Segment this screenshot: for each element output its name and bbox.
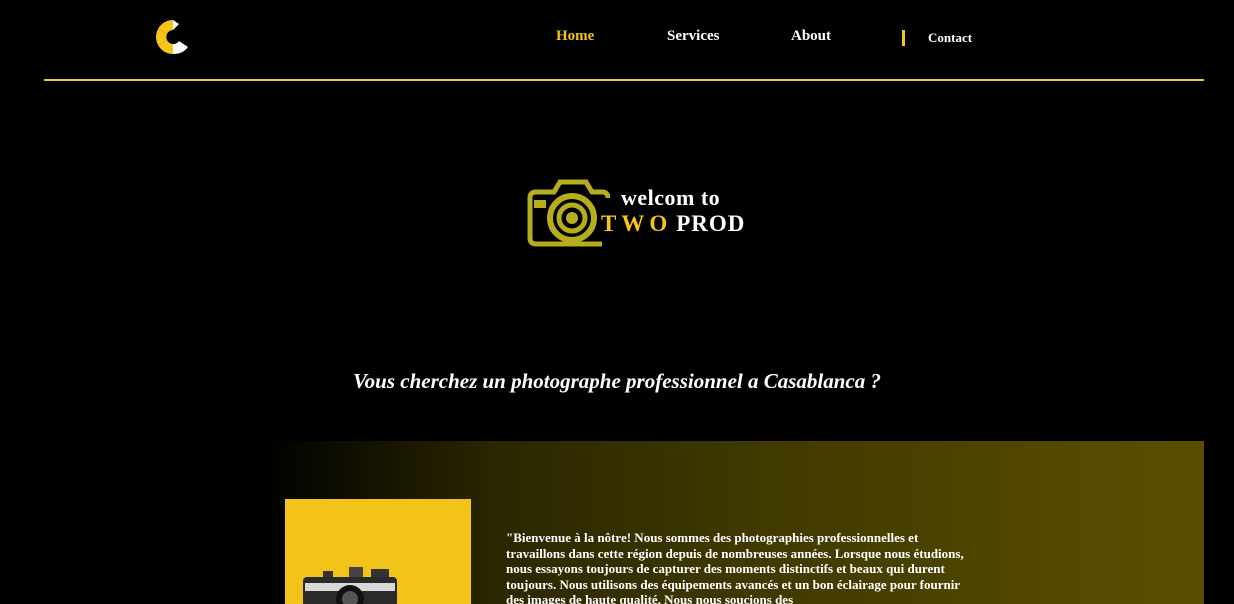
navbar: Home Services About Contact: [44, 0, 1204, 81]
nav-about[interactable]: About: [791, 28, 831, 45]
page: Home Services About Contact welcom to TW…: [0, 0, 1234, 604]
camera-icon: [527, 179, 610, 247]
nav-home[interactable]: Home: [556, 28, 594, 45]
vintage-camera-photo: [285, 499, 471, 604]
brand-prod: PROD: [676, 211, 746, 236]
brand-two: TWO: [601, 211, 673, 236]
hero-brand-title: TWO PROD: [601, 211, 745, 237]
tagline: Vous cherchez un photographe professionn…: [352, 369, 881, 393]
hero-welcome-text: welcom to: [621, 185, 721, 210]
about-description: "Bienvenue à la nôtre! Nous sommes des p…: [506, 530, 964, 604]
vintage-camera-icon: [285, 499, 471, 604]
camera-shutter-logo-icon[interactable]: [154, 18, 192, 56]
nav-contact[interactable]: Contact: [928, 30, 972, 46]
nav-services[interactable]: Services: [667, 28, 719, 45]
nav-divider: [902, 30, 905, 46]
